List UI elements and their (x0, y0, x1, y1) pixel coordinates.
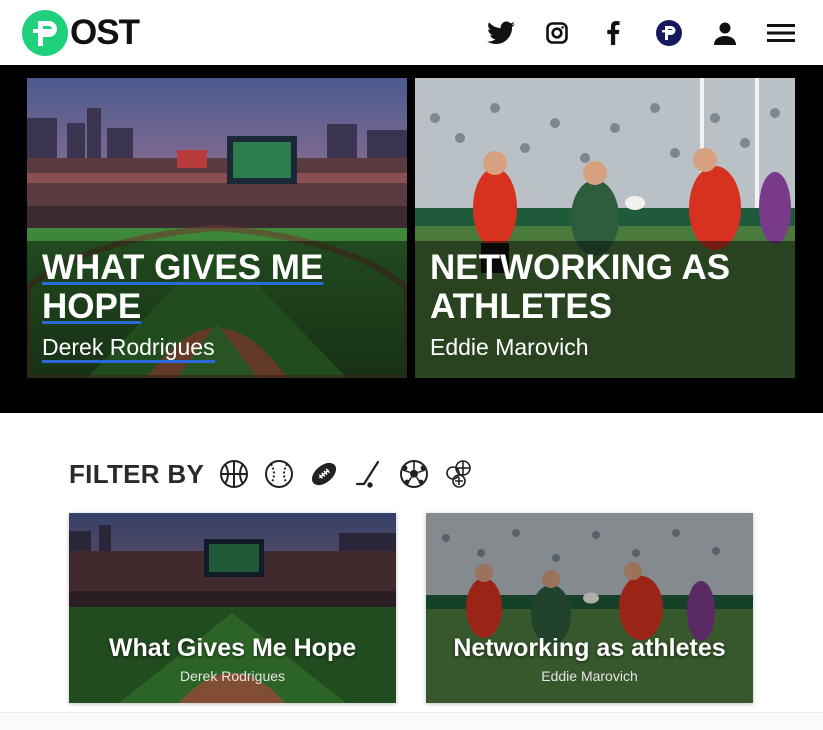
story-card-title[interactable]: What Gives Me Hope (69, 634, 396, 663)
sport-filter-bar: FILTER BY (69, 456, 488, 492)
hero-story-title[interactable]: WHAT GIVES ME HOPE (42, 248, 397, 326)
hero-story-author[interactable]: Derek Rodrigues (42, 334, 215, 363)
user-account-icon[interactable] (709, 17, 741, 49)
post-logo-mark-icon (22, 10, 68, 56)
story-card[interactable]: Networking as athletes Eddie Marovich (426, 513, 753, 703)
post-coin-icon[interactable] (653, 17, 685, 49)
hamburger-menu-icon[interactable] (765, 17, 797, 49)
post-logo[interactable]: OST (22, 10, 140, 56)
filter-label: FILTER BY (69, 458, 205, 489)
twitter-icon[interactable] (485, 17, 517, 49)
basketball-icon[interactable] (218, 458, 250, 490)
logo-text: OST (70, 13, 140, 52)
story-card-author: Derek Rodrigues (179, 668, 286, 684)
multi-sport-icon[interactable] (443, 458, 475, 490)
soccer-ball-icon[interactable] (398, 458, 430, 490)
hero-story-title[interactable]: NETWORKING AS ATHLETES (430, 248, 785, 326)
featured-hero: WHAT GIVES ME HOPE Derek Rodrigues NETWO… (0, 65, 823, 413)
page-bottom-edge (0, 712, 823, 730)
hero-story-card[interactable]: NETWORKING AS ATHLETES Eddie Marovich (415, 78, 795, 378)
story-card-author: Eddie Marovich (541, 668, 638, 684)
story-card[interactable]: What Gives Me Hope Derek Rodrigues (69, 513, 396, 703)
instagram-icon[interactable] (541, 17, 573, 49)
story-card-title[interactable]: Networking as athletes (426, 634, 753, 663)
hero-story-card[interactable]: WHAT GIVES ME HOPE Derek Rodrigues (27, 78, 407, 378)
football-icon[interactable] (308, 458, 340, 490)
facebook-icon[interactable] (597, 17, 629, 49)
baseball-icon[interactable] (263, 458, 295, 490)
hero-story-author[interactable]: Eddie Marovich (430, 334, 589, 361)
header-nav (461, 17, 797, 49)
site-header: OST (0, 0, 823, 65)
hockey-stick-icon[interactable] (353, 458, 385, 490)
